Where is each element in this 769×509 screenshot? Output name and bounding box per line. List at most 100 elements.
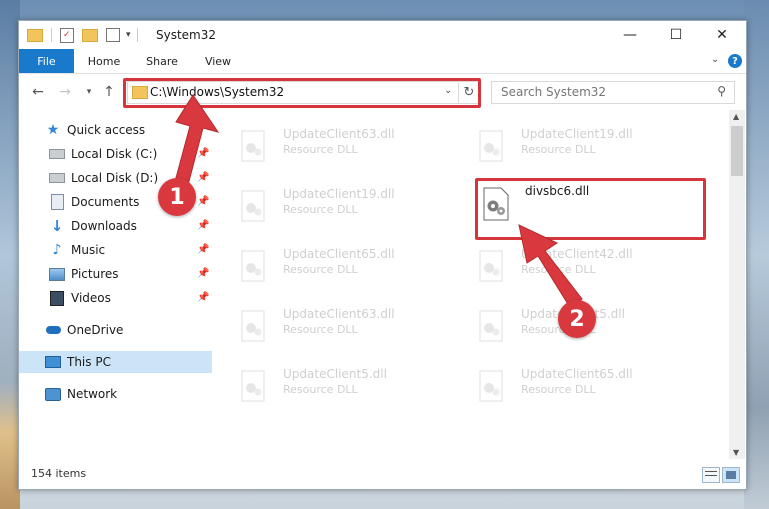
pin-icon[interactable]: 📌 xyxy=(197,196,209,208)
file-item[interactable]: UpdateClient65.dll Resource DLL xyxy=(233,244,453,288)
file-item[interactable]: UpdateClient19.dll Resource DLL xyxy=(471,124,691,168)
cloud-icon xyxy=(45,322,61,338)
ribbon-tabs: File Home Share View ⌄ ? xyxy=(19,49,746,74)
file-type: Resource DLL xyxy=(283,203,358,216)
address-path[interactable]: C:\Windows\System32 xyxy=(150,85,284,99)
dll-file-icon xyxy=(477,370,507,404)
tab-view[interactable]: View xyxy=(193,49,243,73)
file-type: Resource DLL xyxy=(521,263,596,276)
dll-file-icon xyxy=(477,250,507,284)
back-button[interactable]: ← xyxy=(28,83,48,101)
address-dropdown-icon[interactable]: ⌄ xyxy=(444,85,452,96)
address-bar[interactable]: C:\Windows\System32 ⌄ ↻ xyxy=(127,81,479,104)
step-2-badge: 2 xyxy=(558,300,596,338)
file-type: Resource DLL xyxy=(283,323,358,336)
large-icons-view-icon xyxy=(726,471,736,479)
refresh-button[interactable]: ↻ xyxy=(458,82,479,103)
vertical-scrollbar[interactable]: ▲ ▼ xyxy=(729,110,745,459)
file-name: UpdateClient19.dll xyxy=(283,187,395,201)
arrow-right-icon: → xyxy=(59,84,71,100)
tab-file[interactable]: File xyxy=(19,49,74,73)
sidebar-item-this-pc[interactable]: This PC xyxy=(19,351,212,373)
dll-file-icon xyxy=(239,250,269,284)
maximize-button[interactable]: ☐ xyxy=(653,21,699,49)
step-1-badge: 1 xyxy=(158,178,196,216)
file-item[interactable]: UpdateClient19.dll Resource DLL xyxy=(233,184,453,228)
scroll-down-icon[interactable]: ▼ xyxy=(733,448,739,457)
file-item[interactable]: UpdateClient42.dll Resource DLL xyxy=(471,244,691,288)
pin-icon[interactable]: 📌 xyxy=(197,292,209,304)
details-view-button[interactable] xyxy=(702,467,720,483)
sidebar-item-label: Network xyxy=(67,387,118,401)
sidebar-item-label: Downloads xyxy=(71,219,137,233)
sidebar-item-label: Local Disk (D:) xyxy=(71,171,159,185)
up-button[interactable]: ↑ xyxy=(99,83,119,101)
forward-button[interactable]: → xyxy=(55,83,75,101)
search-icon[interactable]: ⚲ xyxy=(717,84,726,98)
folder-icon[interactable] xyxy=(27,28,43,42)
star-icon: ★ xyxy=(46,122,60,138)
computer-icon xyxy=(45,354,61,370)
sidebar-item-label: This PC xyxy=(67,355,111,369)
sidebar-item-videos[interactable]: Videos 📌 xyxy=(19,287,212,309)
sidebar-item-label: Videos xyxy=(71,291,111,305)
properties-icon[interactable]: ✓ xyxy=(60,27,74,43)
separator xyxy=(136,28,138,42)
sidebar-item-quick-access[interactable]: ★ Quick access xyxy=(19,119,212,141)
file-highlight xyxy=(475,178,706,240)
dll-file-icon xyxy=(239,190,269,224)
tab-share[interactable]: Share xyxy=(137,49,187,73)
help-icon[interactable]: ? xyxy=(728,54,742,68)
separator xyxy=(51,28,52,42)
window-title: System32 xyxy=(156,28,217,42)
tab-home[interactable]: Home xyxy=(79,49,129,73)
title-bar: ✓ ▾ System32 — ☐ ✕ xyxy=(19,21,746,49)
file-item[interactable]: UpdateClient5.dll Resource DLL xyxy=(233,364,453,408)
scrollbar-thumb[interactable] xyxy=(731,126,743,176)
arrow-up-icon: ↑ xyxy=(103,84,115,100)
sidebar-item-label: Pictures xyxy=(71,267,119,281)
close-icon: ✕ xyxy=(716,27,728,43)
minimize-button[interactable]: — xyxy=(607,21,653,49)
explorer-window: ✓ ▾ System32 — ☐ ✕ File Home Share View … xyxy=(18,20,747,490)
sidebar-item-network[interactable]: Network xyxy=(19,383,212,405)
file-item[interactable]: UpdateClient63.dll Resource DLL xyxy=(233,304,453,348)
large-icons-view-button[interactable] xyxy=(722,467,740,483)
sidebar-item-downloads[interactable]: ↓ Downloads 📌 xyxy=(19,215,212,237)
quick-access-dropdown-icon[interactable]: ▾ xyxy=(126,30,131,40)
file-item[interactable]: UpdateClient65.dll Resource DLL xyxy=(471,364,691,408)
dll-file-icon xyxy=(477,130,507,164)
file-name: UpdateClient19.dll xyxy=(521,127,633,141)
pin-icon[interactable]: 📌 xyxy=(197,244,209,256)
chevron-down-icon[interactable]: ⌄ xyxy=(711,54,719,65)
desktop-background-left xyxy=(0,0,20,509)
search-input[interactable] xyxy=(499,84,703,100)
sidebar-item-pictures[interactable]: Pictures 📌 xyxy=(19,263,212,285)
details-view-icon xyxy=(705,471,717,476)
sidebar-item-music[interactable]: ♪ Music 📌 xyxy=(19,239,212,261)
new-folder-icon[interactable] xyxy=(82,28,98,42)
network-icon xyxy=(45,386,61,402)
music-icon: ♪ xyxy=(52,242,62,258)
file-name: UpdateClient63.dll xyxy=(283,307,395,321)
pin-icon[interactable]: 📌 xyxy=(197,172,209,184)
folder-icon xyxy=(132,86,148,99)
close-button[interactable]: ✕ xyxy=(699,21,745,49)
file-name: UpdateClient63.dll xyxy=(283,127,395,141)
file-item[interactable]: UpdateClient63.dll Resource DLL xyxy=(233,124,453,168)
minimize-icon: — xyxy=(623,27,637,43)
pin-icon[interactable]: 📌 xyxy=(197,268,209,280)
pin-icon[interactable]: 📌 xyxy=(197,220,209,232)
navigation-pane: ★ Quick access Local Disk (C:) 📌 Local D… xyxy=(19,110,212,459)
search-box[interactable]: ⚲ xyxy=(491,81,735,104)
sidebar-item-label: OneDrive xyxy=(67,323,124,337)
sidebar-item-local-disk-c[interactable]: Local Disk (C:) 📌 xyxy=(19,143,212,165)
customize-icon[interactable] xyxy=(106,28,120,42)
sidebar-item-label: Quick access xyxy=(67,123,146,137)
quick-access-toolbar: ✓ ▾ xyxy=(27,27,138,43)
status-bar: 154 items xyxy=(19,461,746,488)
sidebar-item-onedrive[interactable]: OneDrive xyxy=(19,319,212,341)
scroll-up-icon[interactable]: ▲ xyxy=(733,112,739,121)
pin-icon[interactable]: 📌 xyxy=(197,148,209,160)
recent-locations-button[interactable]: ▾ xyxy=(79,83,99,101)
